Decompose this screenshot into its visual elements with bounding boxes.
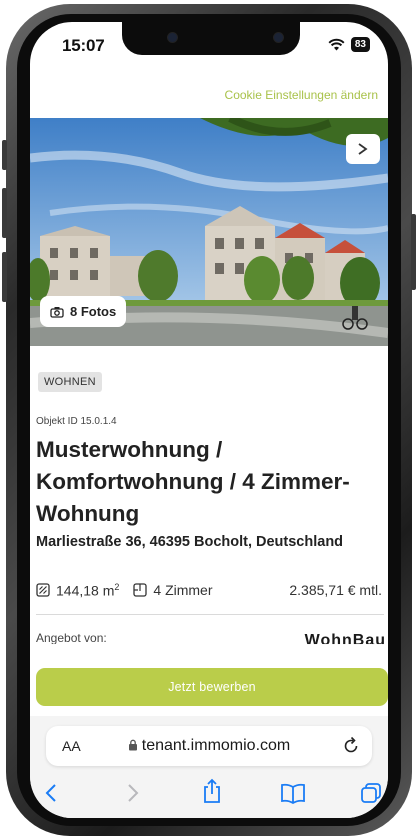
category-badge: WOHNEN [38, 372, 102, 392]
url-display[interactable]: tenant.immomio.com [46, 737, 372, 755]
photos-count-label: 8 Fotos [70, 304, 117, 319]
front-camera [274, 33, 283, 42]
screen: 15:07 83 Cookie Einstellungen ändern 8 F… [30, 22, 388, 818]
side-button-volume-down [2, 252, 7, 302]
photos-button[interactable]: 8 Fotos [40, 296, 127, 327]
tabs-icon[interactable] [360, 782, 382, 804]
forward-icon[interactable] [126, 782, 140, 804]
share-icon[interactable] [202, 778, 222, 804]
dynamic-island [122, 22, 300, 55]
battery-indicator: 83 [350, 37, 370, 52]
offer-label: Angebot von: [36, 631, 107, 645]
apply-button[interactable]: Jetzt bewerben [36, 668, 388, 706]
camera-icon [50, 306, 64, 318]
front-sensor [168, 33, 177, 42]
area-fact: 144,18 m2 [36, 581, 120, 599]
listing-address: Marliestraße 36, 46395 Bocholt, Deutschl… [36, 534, 344, 550]
browser-toolbar: AA tenant.immomio.com [30, 716, 388, 818]
divider [36, 614, 384, 615]
wifi-icon [328, 38, 345, 51]
back-icon[interactable] [44, 782, 58, 804]
side-button-volume-up [2, 188, 7, 238]
cookie-settings-link[interactable]: Cookie Einstellungen ändern [225, 88, 378, 102]
reload-icon[interactable] [342, 735, 360, 755]
lock-icon [128, 739, 137, 751]
status-time: 15:07 [62, 36, 105, 55]
browser-nav [30, 778, 388, 812]
bookmarks-icon[interactable] [280, 782, 306, 804]
rooms-value: 4 Zimmer [153, 582, 213, 598]
area-value: 144,18 m2 [56, 581, 120, 599]
next-image-button[interactable] [346, 134, 380, 164]
listing-facts: 144,18 m2 4 Zimmer 2.385,71 € mtl. [36, 579, 382, 601]
url-text: tenant.immomio.com [141, 737, 291, 754]
listing-title: Musterwohnung / Komfortwohnung / 4 Zimme… [36, 437, 350, 526]
floorplan-icon [133, 583, 148, 597]
chevron-right-icon [358, 143, 368, 155]
rooms-fact: 4 Zimmer [133, 582, 213, 598]
side-button-power [411, 214, 416, 290]
area-icon [36, 583, 50, 597]
side-button-mute [2, 140, 7, 170]
address-bar[interactable]: AA tenant.immomio.com [46, 726, 372, 766]
status-icons: 83 [328, 37, 370, 52]
property-image[interactable]: 8 Fotos [30, 118, 388, 346]
status-bar: 15:07 83 [30, 22, 388, 68]
object-id: Objekt ID 15.0.1.4 [36, 416, 117, 427]
price-value: 2.385,71 € mtl. [289, 582, 382, 598]
